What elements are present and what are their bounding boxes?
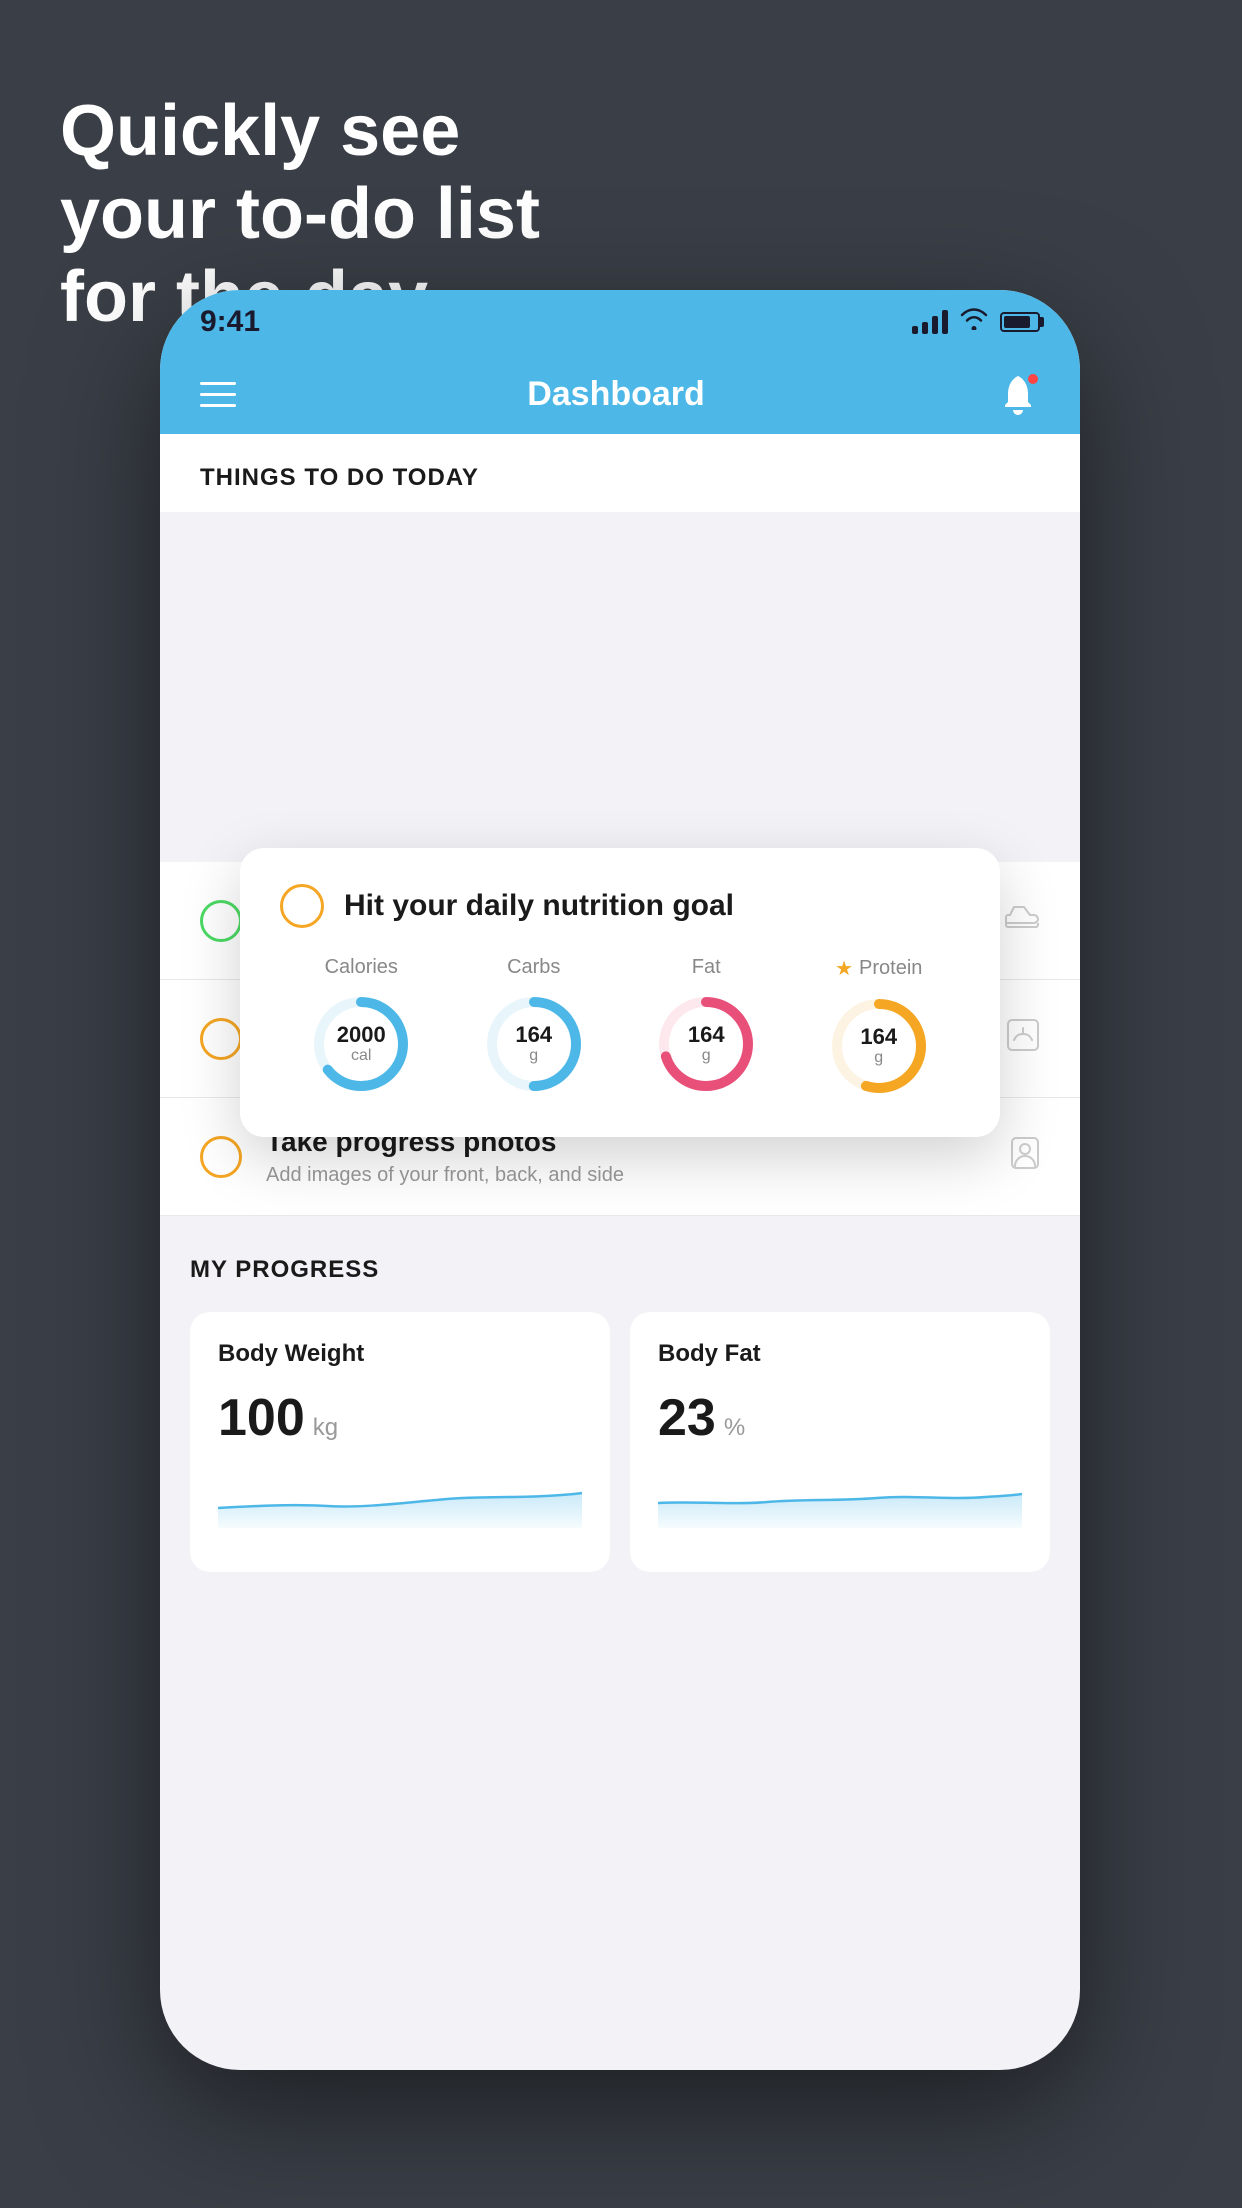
shoe-icon	[1004, 903, 1040, 938]
stat-protein-label: ★Protein	[835, 956, 922, 981]
nutrition-card-header: Hit your daily nutrition goal	[280, 884, 960, 928]
body-fat-chart	[658, 1468, 1022, 1533]
wifi-icon	[960, 308, 988, 336]
nutrition-stats: Calories 2000 cal Carbs	[280, 956, 960, 1101]
body-fat-value: 23 %	[658, 1388, 1022, 1448]
body-fat-unit: %	[724, 1414, 745, 1442]
status-icons	[912, 308, 1040, 336]
todo-circle-running	[200, 900, 242, 942]
todo-circle-body-stats	[200, 1018, 242, 1060]
donut-calories: 2000 cal	[306, 989, 416, 1099]
scale-icon	[1006, 1018, 1040, 1059]
my-progress-title: MY PROGRESS	[190, 1256, 1050, 1284]
donut-fat: 164 g	[651, 989, 761, 1099]
person-icon	[1010, 1136, 1040, 1177]
stat-protein: ★Protein 164 g	[824, 956, 934, 1101]
body-fat-title: Body Fat	[658, 1340, 1022, 1368]
things-today-header: THINGS TO DO TODAY	[160, 434, 1080, 512]
notification-dot	[1026, 372, 1040, 386]
progress-cards: Body Weight 100 kg	[190, 1312, 1050, 1572]
nav-bar: Dashboard	[160, 354, 1080, 434]
body-weight-unit: kg	[313, 1414, 338, 1442]
carbs-value: 164	[515, 1023, 552, 1047]
stat-carbs: Carbs 164 g	[479, 956, 589, 1101]
body-weight-card[interactable]: Body Weight 100 kg	[190, 1312, 610, 1572]
battery-icon	[1000, 312, 1040, 332]
todo-subtitle-photos: Add images of your front, back, and side	[266, 1164, 1010, 1187]
status-time: 9:41	[200, 305, 260, 339]
stat-fat: Fat 164 g	[651, 956, 761, 1101]
body-weight-chart	[218, 1468, 582, 1533]
hamburger-icon[interactable]	[200, 382, 236, 407]
things-today-title: THINGS TO DO TODAY	[200, 464, 479, 491]
nutrition-card[interactable]: Hit your daily nutrition goal Calories 2…	[240, 848, 1000, 1137]
protein-value: 164	[860, 1025, 897, 1049]
star-icon: ★	[835, 956, 853, 981]
stat-calories: Calories 2000 cal	[306, 956, 416, 1101]
fat-value: 164	[688, 1023, 725, 1047]
body-weight-value: 100 kg	[218, 1388, 582, 1448]
phone-frame: 9:41 Dashboard	[160, 290, 1080, 2070]
phone-content: THINGS TO DO TODAY Hit your daily nutrit…	[160, 434, 1080, 2070]
nutrition-circle-indicator	[280, 884, 324, 928]
nav-title: Dashboard	[527, 375, 705, 414]
body-weight-title: Body Weight	[218, 1340, 582, 1368]
headline-line1: Quickly see	[60, 90, 540, 173]
nutrition-card-title: Hit your daily nutrition goal	[344, 889, 734, 923]
headline-line2: your to-do list	[60, 173, 540, 256]
status-bar: 9:41	[160, 290, 1080, 354]
calories-value: 2000	[337, 1023, 386, 1047]
body-fat-number: 23	[658, 1388, 716, 1448]
my-progress-section: MY PROGRESS Body Weight 100 kg	[160, 1216, 1080, 1612]
donut-carbs: 164 g	[479, 989, 589, 1099]
body-weight-number: 100	[218, 1388, 305, 1448]
body-fat-card[interactable]: Body Fat 23 %	[630, 1312, 1050, 1572]
signal-bars-icon	[912, 310, 948, 334]
donut-protein: 164 g	[824, 991, 934, 1101]
todo-circle-photos	[200, 1136, 242, 1178]
stat-carbs-label: Carbs	[507, 956, 560, 979]
stat-fat-label: Fat	[692, 956, 721, 979]
stat-calories-label: Calories	[325, 956, 398, 979]
bell-button[interactable]	[996, 372, 1040, 416]
